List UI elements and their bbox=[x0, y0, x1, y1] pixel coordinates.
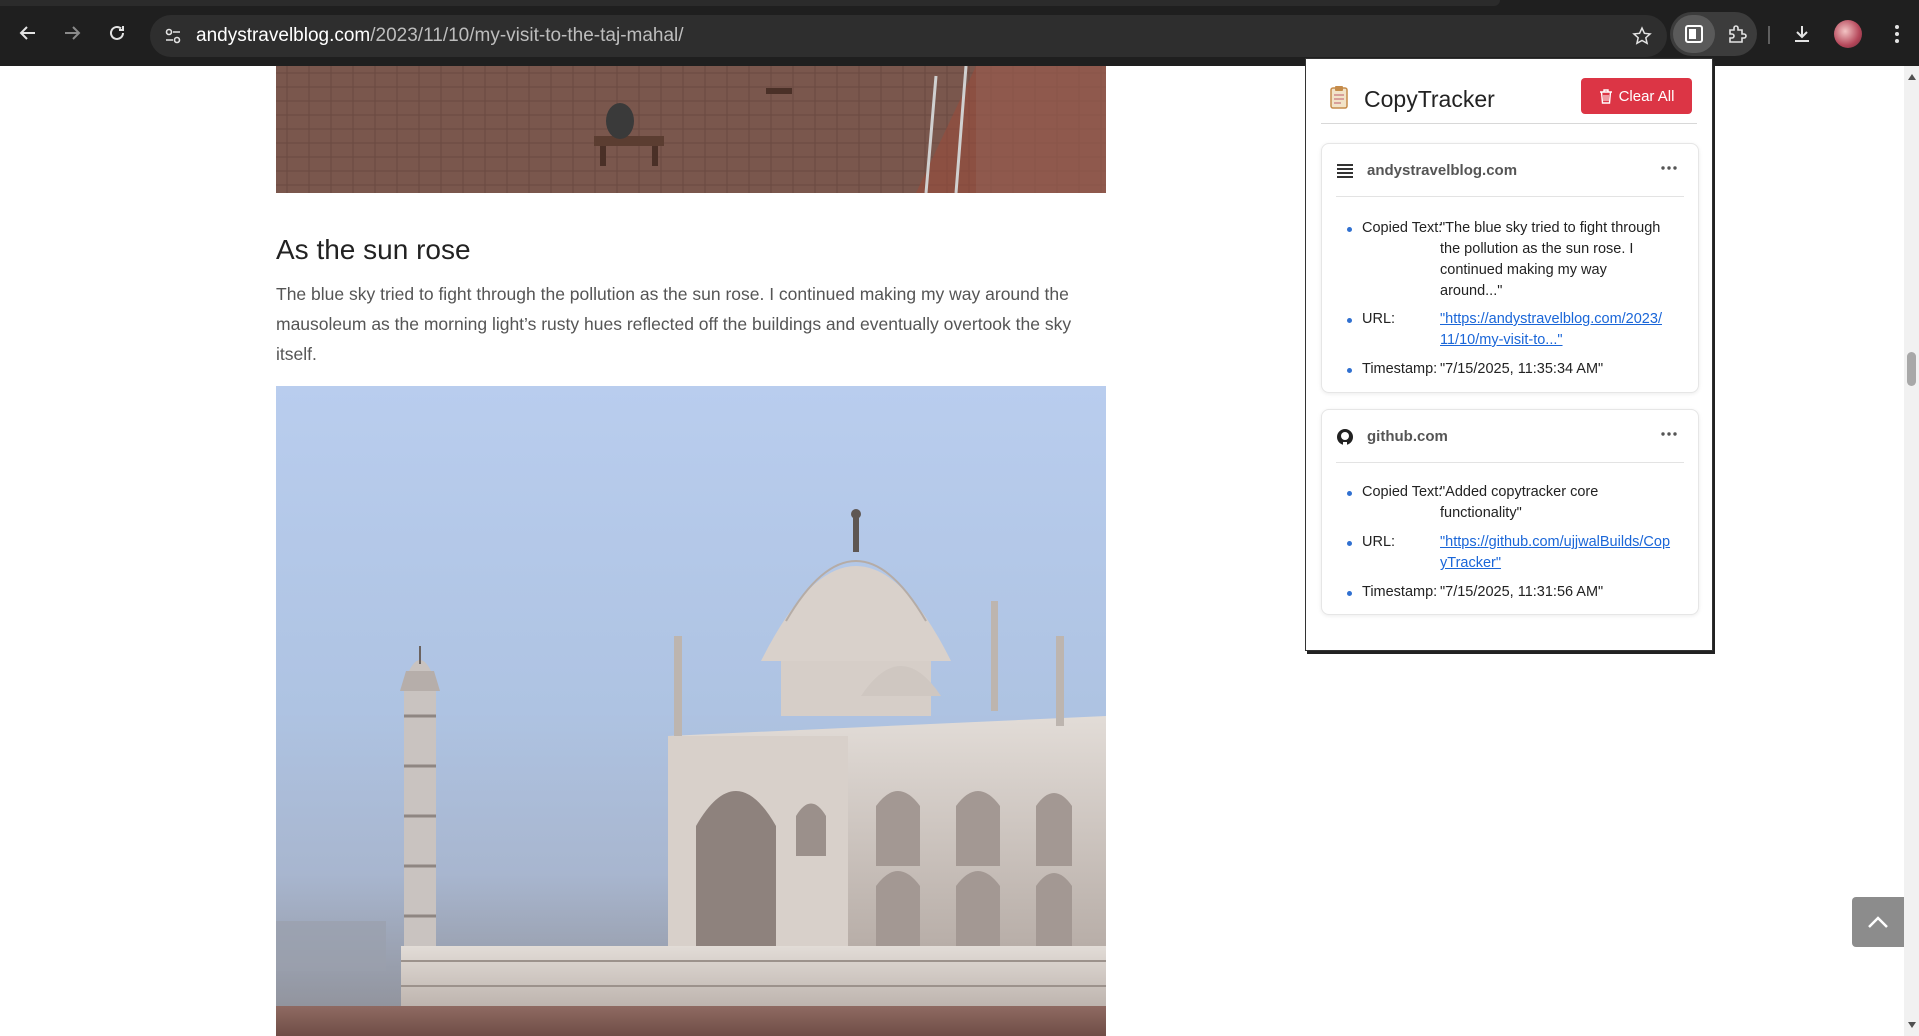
trash-icon bbox=[1599, 88, 1612, 104]
menu-button[interactable] bbox=[1880, 17, 1914, 51]
entry-more-button[interactable] bbox=[1654, 422, 1684, 446]
site-info-button[interactable] bbox=[158, 21, 188, 51]
more-horizontal-icon bbox=[1661, 166, 1677, 170]
timestamp-value: "7/15/2025, 11:31:56 AM" bbox=[1440, 584, 1604, 600]
browser-toolbar: andystravelblog.com/2023/11/10/my-visit-… bbox=[0, 0, 1919, 66]
bookmark-button[interactable] bbox=[1629, 23, 1655, 49]
scroll-up-arrow[interactable] bbox=[1907, 72, 1916, 82]
entry-domain: andystravelblog.com bbox=[1367, 162, 1518, 179]
copytracker-popup: CopyTracker Clear All andystravelblog.co… bbox=[1305, 58, 1713, 651]
star-icon bbox=[1632, 26, 1652, 45]
clipboard-icon bbox=[1330, 86, 1348, 109]
chevron-up-icon bbox=[1868, 916, 1888, 928]
avatar[interactable] bbox=[1834, 20, 1862, 48]
back-to-top-button[interactable] bbox=[1852, 897, 1904, 947]
entry-header: andystravelblog.com bbox=[1336, 160, 1684, 197]
tune-icon bbox=[165, 28, 181, 44]
bullet bbox=[1347, 318, 1352, 323]
url-label: URL: bbox=[1362, 311, 1396, 327]
tab-strip bbox=[0, 0, 1500, 6]
url-link[interactable]: "https://andystravelblog.com/2023/11/10/… bbox=[1440, 309, 1670, 351]
entry-timestamp-row: Timestamp: "7/15/2025, 11:35:34 AM" bbox=[1347, 359, 1688, 380]
toolbar-divider bbox=[1768, 26, 1770, 44]
article-paragraph: The blue sky tried to fight through the … bbox=[276, 284, 1072, 364]
reload-icon bbox=[110, 25, 124, 40]
reload-button[interactable] bbox=[101, 17, 133, 49]
andys-travel-blog-favicon bbox=[1336, 162, 1354, 180]
copy-entry-card: github.com Copied Text: "Added copytrack… bbox=[1321, 409, 1699, 615]
triangle-down-icon bbox=[1907, 1022, 1916, 1028]
page-scrollbar[interactable] bbox=[1904, 66, 1919, 1036]
forward-button[interactable] bbox=[56, 17, 88, 49]
copytracker-extension-button[interactable] bbox=[1673, 15, 1715, 53]
triangle-up-icon bbox=[1907, 74, 1916, 80]
entry-header: github.com bbox=[1336, 426, 1684, 463]
timestamp-label: Timestamp: bbox=[1362, 361, 1438, 377]
entry-domain: github.com bbox=[1367, 428, 1448, 445]
photo-taj-mahal-sunrise bbox=[276, 386, 1106, 1036]
url-path: /2023/11/10/my-visit-to-the-taj-mahal/ bbox=[370, 25, 684, 46]
address-bar[interactable]: andystravelblog.com/2023/11/10/my-visit-… bbox=[150, 15, 1667, 57]
arrow-left-icon bbox=[19, 26, 35, 40]
bullet bbox=[1347, 368, 1352, 373]
url-link[interactable]: "https://github.com/ujjwalBuilds/CopyTra… bbox=[1440, 532, 1670, 574]
scroll-down-arrow[interactable] bbox=[1907, 1020, 1916, 1030]
entry-more-button[interactable] bbox=[1654, 156, 1684, 180]
copy-entry-card: andystravelblog.com Copied Text: "The bl… bbox=[1321, 143, 1699, 393]
entry-timestamp-row: Timestamp: "7/15/2025, 11:31:56 AM" bbox=[1347, 582, 1688, 603]
url-text[interactable]: andystravelblog.com/2023/11/10/my-visit-… bbox=[196, 25, 684, 47]
arrow-right-icon bbox=[65, 26, 81, 40]
url-label: URL: bbox=[1362, 534, 1396, 550]
entry-url-row: URL: "https://andystravelblog.com/2023/1… bbox=[1347, 309, 1688, 351]
copied-text-value: "Added copytracker core functionality" bbox=[1440, 484, 1599, 521]
entry-url-row: URL: "https://github.com/ujjwalBuilds/Co… bbox=[1347, 532, 1688, 574]
clear-all-button[interactable]: Clear All bbox=[1581, 78, 1692, 114]
section-heading: As the sun rose bbox=[276, 234, 471, 265]
url-host: andystravelblog.com bbox=[196, 25, 371, 46]
more-vertical-icon bbox=[1895, 25, 1899, 43]
courtyard-illustration bbox=[276, 66, 1106, 194]
back-button[interactable] bbox=[12, 17, 44, 49]
github-icon bbox=[1337, 429, 1353, 445]
copied-text-label: Copied Text: bbox=[1362, 220, 1443, 236]
bullet bbox=[1347, 227, 1352, 232]
clear-all-label: Clear All bbox=[1618, 87, 1675, 105]
puzzle-icon bbox=[1729, 25, 1747, 43]
extensions-button[interactable] bbox=[1720, 17, 1754, 51]
popup-title: CopyTracker bbox=[1364, 86, 1495, 112]
scroll-thumb[interactable] bbox=[1907, 352, 1916, 386]
timestamp-label: Timestamp: bbox=[1362, 584, 1438, 600]
taj-mahal-illustration bbox=[276, 509, 1106, 1036]
popup-header: CopyTracker Clear All bbox=[1321, 73, 1697, 124]
entry-copied-text-row: Copied Text: "Added copytracker core fun… bbox=[1347, 482, 1688, 524]
download-icon bbox=[1795, 26, 1809, 42]
bullet bbox=[1347, 491, 1352, 496]
photo-taj-mahal-courtyard bbox=[276, 66, 1106, 194]
bullet bbox=[1347, 591, 1352, 596]
downloads-button[interactable] bbox=[1785, 17, 1819, 51]
copied-text-label: Copied Text: bbox=[1362, 484, 1443, 500]
bullet bbox=[1347, 541, 1352, 546]
copytracker-extension-icon bbox=[1685, 25, 1703, 43]
more-horizontal-icon bbox=[1661, 432, 1677, 436]
copied-text-value: "The blue sky tried to fight through the… bbox=[1440, 220, 1661, 299]
timestamp-value: "7/15/2025, 11:35:34 AM" bbox=[1440, 361, 1604, 377]
entry-copied-text-row: Copied Text: "The blue sky tried to figh… bbox=[1347, 218, 1688, 302]
